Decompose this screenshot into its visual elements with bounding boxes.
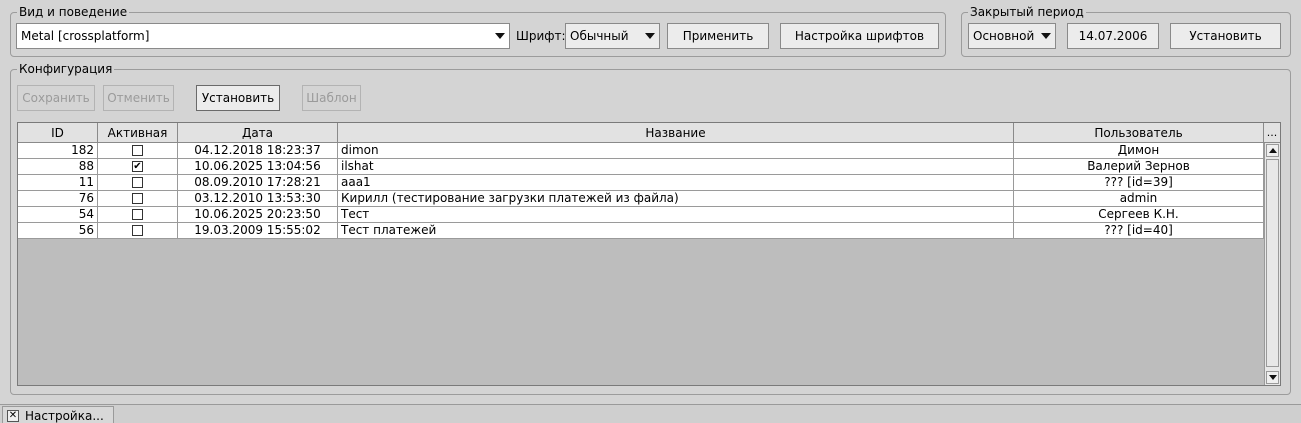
chevron-down-icon — [645, 33, 655, 39]
cell-active — [98, 191, 178, 207]
column-header-id[interactable]: ID — [18, 123, 98, 143]
table-row[interactable]: 76 03.12.2010 13:53:30 Кирилл (тестировани… — [18, 191, 1264, 207]
active-checkbox[interactable] — [132, 209, 143, 220]
table-row[interactable]: 182 04.12.2018 18:23:37 dimon Димон — [18, 143, 1264, 159]
chevron-down-icon — [1041, 33, 1051, 39]
table-row[interactable]: 54 10.06.2025 20:23:50 Тест Сергеев К.Н. — [18, 207, 1264, 223]
cell-active — [98, 207, 178, 223]
appearance-legend: Вид и поведение — [17, 5, 130, 19]
closed-period-legend: Закрытый период — [968, 5, 1086, 19]
tab-settings-label: Настройка... — [25, 408, 104, 423]
font-label: Шрифт: — [516, 29, 566, 43]
active-checkbox[interactable] — [132, 145, 143, 156]
active-checkbox[interactable] — [132, 177, 143, 188]
table-row[interactable]: 11 08.09.2010 17:28:21 aaa1??? [id=39] — [18, 175, 1264, 191]
period-date-field[interactable]: 14.07.2006 — [1067, 23, 1159, 49]
cell-id: 11 — [18, 175, 98, 191]
apply-button[interactable]: Применить — [667, 23, 769, 49]
config-table[interactable]: ID Активная Дата Название Пользователь .… — [17, 122, 1281, 386]
scroll-track[interactable] — [1266, 159, 1279, 367]
font-settings-button[interactable]: Настройка шрифтов — [780, 23, 939, 49]
table-row[interactable]: 88 ✔ 10.06.2025 13:04:56 ilshat Валерий Зерн… — [18, 159, 1264, 175]
scroll-down-button[interactable] — [1266, 371, 1279, 384]
save-button[interactable]: Сохранить — [17, 85, 95, 111]
cell-name: Тест платежей — [338, 223, 1014, 239]
cell-user: ??? [id=40] — [1014, 223, 1264, 239]
period-mode-value: Основной — [973, 29, 1035, 43]
chevron-down-icon — [495, 33, 505, 39]
active-checkbox[interactable] — [132, 193, 143, 204]
cell-active — [98, 143, 178, 159]
laf-select-value: Metal [crossplatform] — [21, 29, 150, 43]
table-body: 182 04.12.2018 18:23:37 dimon Димон 88 ✔ 10.06… — [18, 143, 1264, 239]
cell-id: 182 — [18, 143, 98, 159]
checkmark-icon: ✔ — [133, 161, 142, 172]
active-checkbox[interactable] — [132, 225, 143, 236]
font-select[interactable]: Обычный — [565, 23, 660, 49]
period-mode-select[interactable]: Основной — [968, 23, 1056, 49]
cell-user: admin — [1014, 191, 1264, 207]
template-button[interactable]: Шаблон — [302, 85, 361, 111]
arrow-down-icon — [1268, 375, 1277, 380]
column-header-name[interactable]: Название — [338, 123, 1014, 143]
tab-bar: ✕ Настройка... — [0, 404, 1301, 423]
cell-date: 19.03.2009 15:55:02 — [178, 223, 338, 239]
table-row[interactable]: 56 19.03.2009 15:55:02 Тест платежей??? [i… — [18, 223, 1264, 239]
active-checkbox-checked[interactable]: ✔ — [132, 161, 143, 172]
cell-active — [98, 175, 178, 191]
cell-date: 08.09.2010 17:28:21 — [178, 175, 338, 191]
close-icon[interactable]: ✕ — [7, 409, 19, 422]
cell-user: ??? [id=39] — [1014, 175, 1264, 191]
cell-name: ilshat — [338, 159, 1014, 175]
arrow-up-icon — [1268, 148, 1277, 153]
column-header-active[interactable]: Активная — [98, 123, 178, 143]
cell-date: 10.06.2025 20:23:50 — [178, 207, 338, 223]
config-legend: Конфигурация — [17, 62, 115, 76]
cell-id: 56 — [18, 223, 98, 239]
config-set-button[interactable]: Установить — [196, 85, 280, 111]
cell-date: 04.12.2018 18:23:37 — [178, 143, 338, 159]
table-header: ID Активная Дата Название Пользователь — [18, 123, 1264, 143]
cell-id: 54 — [18, 207, 98, 223]
tab-settings[interactable]: ✕ Настройка... — [2, 406, 114, 423]
cell-user: Сергеев К.Н. — [1014, 207, 1264, 223]
cell-name: dimon — [338, 143, 1014, 159]
column-chooser-button[interactable]: ... — [1264, 123, 1280, 143]
cell-id: 88 — [18, 159, 98, 175]
period-set-button[interactable]: Установить — [1170, 23, 1281, 49]
cell-name: Кирилл (тестирование загрузки платежей и… — [338, 191, 1014, 207]
cell-active — [98, 223, 178, 239]
cancel-button[interactable]: Отменить — [103, 85, 174, 111]
vertical-scrollbar[interactable] — [1264, 143, 1280, 385]
cell-user: Димон — [1014, 143, 1264, 159]
cell-date: 03.12.2010 13:53:30 — [178, 191, 338, 207]
column-header-date[interactable]: Дата — [178, 123, 338, 143]
laf-select[interactable]: Metal [crossplatform] — [16, 23, 510, 49]
cell-active: ✔ — [98, 159, 178, 175]
cell-id: 76 — [18, 191, 98, 207]
cell-user: Валерий Зернов — [1014, 159, 1264, 175]
scroll-up-button[interactable] — [1266, 144, 1279, 157]
cell-date: 10.06.2025 13:04:56 — [178, 159, 338, 175]
column-header-user[interactable]: Пользователь — [1014, 123, 1264, 143]
font-select-value: Обычный — [570, 29, 629, 43]
cell-name: Тест — [338, 207, 1014, 223]
cell-name: aaa1 — [338, 175, 1014, 191]
